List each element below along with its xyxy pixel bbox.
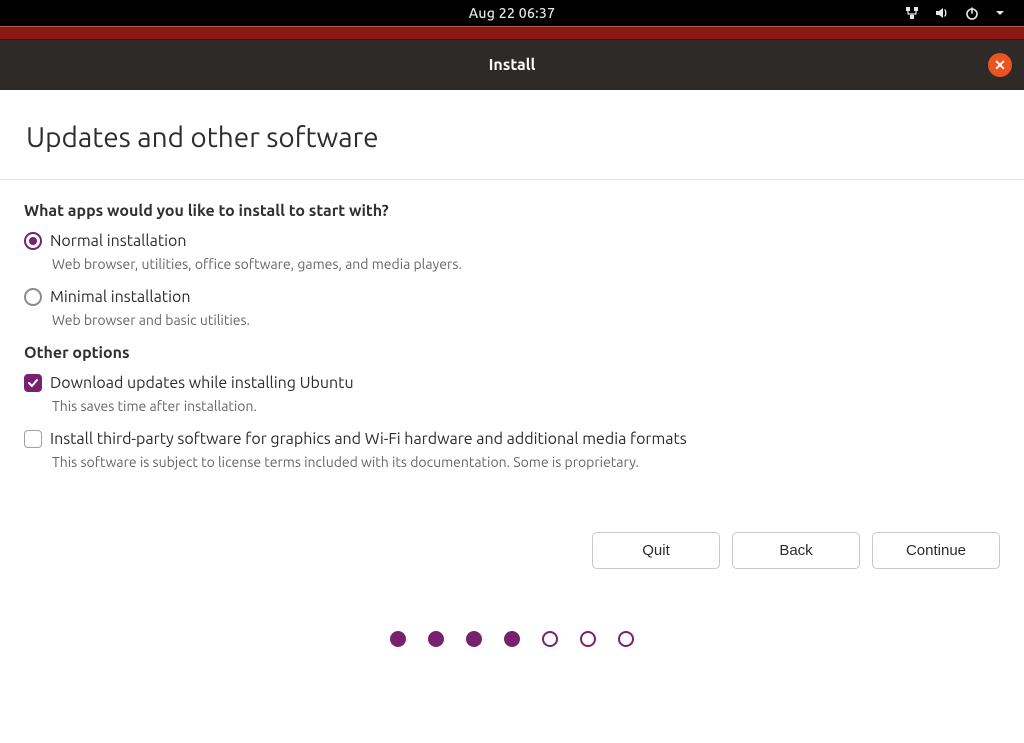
close-button[interactable]: ✕	[988, 53, 1012, 77]
chevron-down-icon[interactable]	[994, 7, 1006, 19]
checkbox-icon	[24, 430, 42, 448]
step-dot	[618, 631, 634, 647]
close-icon: ✕	[994, 58, 1006, 72]
option-label: Install third-party software for graphic…	[50, 430, 687, 448]
step-dot	[466, 631, 482, 647]
window-titlebar: Install ✕	[0, 40, 1024, 90]
step-dot	[542, 631, 558, 647]
radio-normal-installation[interactable]: Normal installation	[24, 232, 1000, 250]
apps-question: What apps would you like to install to s…	[24, 202, 1000, 220]
radio-icon	[24, 288, 42, 306]
option-label: Download updates while installing Ubuntu	[50, 374, 354, 392]
option-description: Web browser and basic utilities.	[52, 312, 1000, 328]
checkbox-third-party[interactable]: Install third-party software for graphic…	[24, 430, 1000, 448]
step-dot	[428, 631, 444, 647]
system-topbar: Aug 22 06:37	[0, 0, 1024, 26]
power-icon[interactable]	[964, 5, 980, 21]
radio-icon	[24, 232, 42, 250]
accent-bar	[0, 26, 1024, 40]
radio-minimal-installation[interactable]: Minimal installation	[24, 288, 1000, 306]
progress-indicator	[0, 569, 1024, 647]
option-label: Normal installation	[50, 232, 187, 250]
checkbox-icon	[24, 374, 42, 392]
window-title: Install	[489, 56, 536, 74]
back-button[interactable]: Back	[732, 532, 860, 569]
step-dot	[390, 631, 406, 647]
network-icon[interactable]	[904, 5, 920, 21]
option-description: This software is subject to license term…	[52, 454, 1000, 470]
option-description: This saves time after installation.	[52, 398, 1000, 414]
step-dot	[580, 631, 596, 647]
quit-button[interactable]: Quit	[592, 532, 720, 569]
continue-button[interactable]: Continue	[872, 532, 1000, 569]
option-description: Web browser, utilities, office software,…	[52, 256, 1000, 272]
other-options-heading: Other options	[24, 344, 1000, 362]
step-dot	[504, 631, 520, 647]
system-tray[interactable]	[904, 0, 1006, 26]
clock-text: Aug 22 06:37	[469, 5, 556, 21]
button-bar: Quit Back Continue	[0, 492, 1024, 569]
installer-content: Updates and other software What apps wou…	[0, 90, 1024, 492]
checkbox-download-updates[interactable]: Download updates while installing Ubuntu	[24, 374, 1000, 392]
page-title: Updates and other software	[24, 114, 1000, 179]
volume-icon[interactable]	[934, 5, 950, 21]
option-label: Minimal installation	[50, 288, 190, 306]
